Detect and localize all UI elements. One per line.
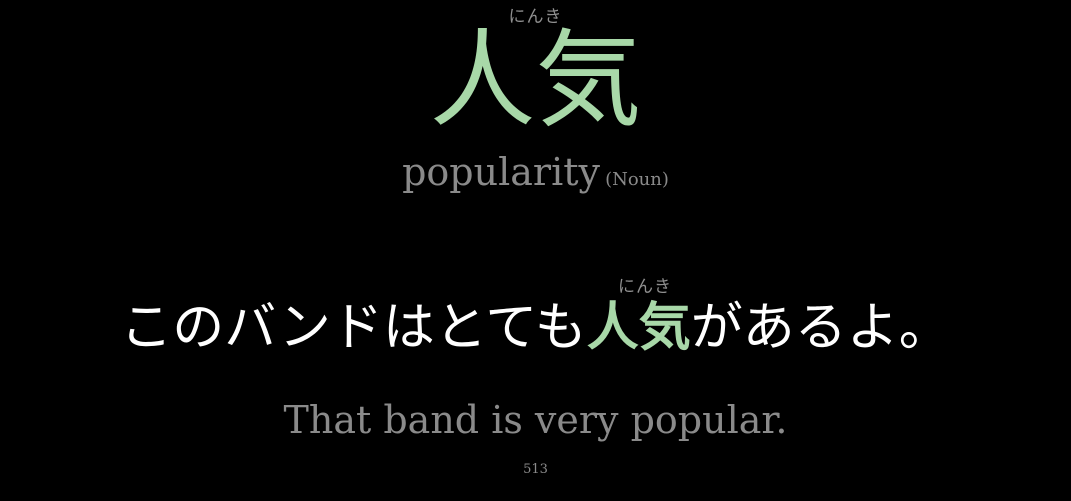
card-number: 513 xyxy=(523,462,548,477)
sentence-translation: That band is very popular. xyxy=(283,398,788,442)
sentence-after: があるよ。 xyxy=(690,298,951,358)
meaning-line: popularity (Noun) xyxy=(0,150,1071,194)
part-of-speech: (Noun) xyxy=(605,169,669,190)
sentence-before: このバンドはとても xyxy=(120,298,587,358)
example-sentence: このバンドはとても人気があるよ。 xyxy=(0,292,1071,364)
word-meaning: popularity xyxy=(402,150,600,194)
word-kanji: 人気 xyxy=(429,19,642,142)
sentence-highlight: 人気 xyxy=(586,298,691,358)
